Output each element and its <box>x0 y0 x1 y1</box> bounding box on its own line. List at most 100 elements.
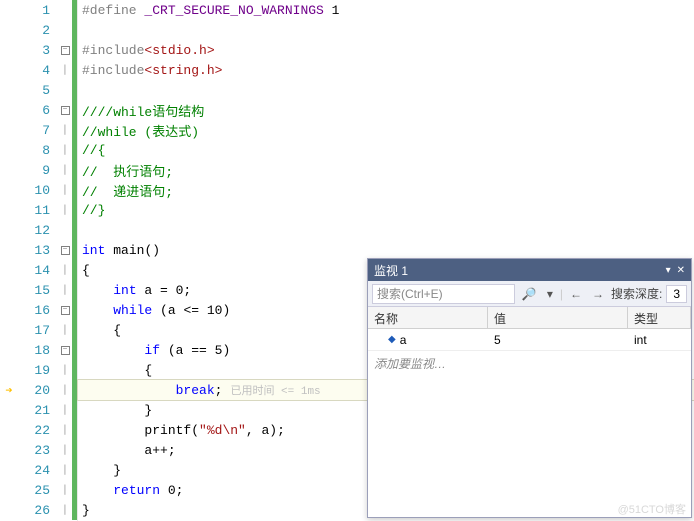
change-indicator <box>72 360 77 380</box>
fold-gutter[interactable]: │ <box>58 285 72 295</box>
watermark: @51CTO博客 <box>618 501 686 517</box>
col-value[interactable]: 值 <box>488 307 628 328</box>
fold-gutter[interactable]: │ <box>58 145 72 155</box>
token: } <box>82 503 90 518</box>
fold-gutter[interactable]: │ <box>58 405 72 415</box>
fold-gutter[interactable]: − <box>58 346 72 355</box>
fold-gutter[interactable]: │ <box>58 265 72 275</box>
change-indicator <box>72 0 77 20</box>
search-input[interactable]: 搜索(Ctrl+E) <box>372 284 515 304</box>
token: //} <box>82 203 105 218</box>
fold-collapse-icon[interactable]: − <box>61 306 70 315</box>
line-number: 16 <box>18 303 58 318</box>
fold-gutter[interactable]: │ <box>58 365 72 375</box>
fold-gutter[interactable]: │ <box>58 385 72 395</box>
token: if <box>144 343 160 358</box>
token: int <box>82 243 105 258</box>
fold-gutter[interactable]: − <box>58 306 72 315</box>
code-line[interactable]: //} <box>78 200 694 220</box>
fold-gutter[interactable]: │ <box>58 445 72 455</box>
fold-collapse-icon[interactable]: − <box>61 346 70 355</box>
fold-gutter[interactable]: │ <box>58 185 72 195</box>
line-number: 21 <box>18 403 58 418</box>
token: (a == 5) <box>160 343 230 358</box>
token: "%d\n" <box>199 423 246 438</box>
line-number: 20 <box>18 383 58 398</box>
line-number: 24 <box>18 463 58 478</box>
fold-gutter[interactable]: │ <box>58 205 72 215</box>
code-line[interactable] <box>78 220 694 240</box>
fold-gutter[interactable]: − <box>58 106 72 115</box>
code-line[interactable]: // 递进语句; <box>78 180 694 200</box>
fold-collapse-icon[interactable]: − <box>61 246 70 255</box>
code-line[interactable] <box>78 20 694 40</box>
fold-gutter[interactable]: │ <box>58 325 72 335</box>
token: return <box>113 483 160 498</box>
line-number: 22 <box>18 423 58 438</box>
col-name[interactable]: 名称 <box>368 307 488 328</box>
code-line[interactable]: #include<stdio.h> <box>78 40 694 60</box>
token: a++; <box>144 443 175 458</box>
change-indicator <box>72 440 77 460</box>
fold-gutter[interactable]: − <box>58 46 72 55</box>
code-line[interactable]: // 执行语句; <box>78 160 694 180</box>
change-indicator <box>72 180 77 200</box>
line-number: 8 <box>18 143 58 158</box>
fold-gutter[interactable]: │ <box>58 505 72 515</box>
change-indicator <box>72 100 77 120</box>
token: //{ <box>82 143 105 158</box>
close-icon[interactable]: ✕ <box>677 265 685 276</box>
token: break <box>176 383 215 398</box>
line-number: 7 <box>18 123 58 138</box>
col-type[interactable]: 类型 <box>628 307 691 328</box>
line-number: 1 <box>18 3 58 18</box>
line-number: 23 <box>18 443 58 458</box>
line-number: 18 <box>18 343 58 358</box>
add-watch-prompt[interactable]: 添加要监视… <box>368 351 691 376</box>
change-indicator <box>72 340 77 360</box>
fold-gutter[interactable]: │ <box>58 65 72 75</box>
code-line[interactable]: #define _CRT_SECURE_NO_WARNINGS 1 <box>78 0 694 20</box>
token: <string.h> <box>144 63 222 78</box>
fold-gutter[interactable]: │ <box>58 425 72 435</box>
variable-icon: ◆ <box>388 334 396 345</box>
change-indicator <box>72 140 77 160</box>
depth-value[interactable]: 3 <box>666 285 687 303</box>
code-line[interactable]: int main() <box>78 240 694 260</box>
code-line[interactable]: #include<string.h> <box>78 60 694 80</box>
fold-gutter[interactable]: │ <box>58 125 72 135</box>
line-number: 12 <box>18 223 58 238</box>
nav-forward-icon[interactable]: → <box>589 287 607 301</box>
fold-collapse-icon[interactable]: − <box>61 46 70 55</box>
perf-hint[interactable]: 已用时间 <= 1ms <box>230 382 320 398</box>
token: { <box>82 263 90 278</box>
line-number: 10 <box>18 183 58 198</box>
search-icon[interactable]: 🔎 <box>519 287 540 301</box>
line-number: 6 <box>18 103 58 118</box>
change-indicator <box>72 420 77 440</box>
fold-collapse-icon[interactable]: − <box>61 106 70 115</box>
nav-back-icon[interactable]: ← <box>567 287 585 301</box>
token: } <box>144 403 152 418</box>
line-number: 9 <box>18 163 58 178</box>
change-indicator <box>72 60 77 80</box>
panel-menu-icon[interactable]: ▾ <box>666 265 671 276</box>
dropdown-icon[interactable]: ▾ <box>544 287 556 301</box>
code-line[interactable]: ////while语句结构 <box>78 100 694 120</box>
token: () <box>144 243 160 258</box>
change-indicator <box>72 40 77 60</box>
token: //while (表达式) <box>82 121 199 140</box>
token: 1 <box>324 3 340 18</box>
token: main <box>113 243 144 258</box>
fold-gutter[interactable]: − <box>58 246 72 255</box>
fold-gutter[interactable]: │ <box>58 485 72 495</box>
watch-row[interactable]: ◆a5int <box>368 329 691 351</box>
fold-gutter[interactable]: │ <box>58 465 72 475</box>
watch-panel: 监视 1 ▾ ✕ 搜索(Ctrl+E) 🔎 ▾ | ← → 搜索深度: 3 名称… <box>367 258 692 518</box>
watch-titlebar[interactable]: 监视 1 ▾ ✕ <box>368 259 691 281</box>
fold-gutter[interactable]: │ <box>58 165 72 175</box>
code-line[interactable]: //while (表达式) <box>78 120 694 140</box>
code-line[interactable] <box>78 80 694 100</box>
code-line[interactable]: //{ <box>78 140 694 160</box>
change-indicator <box>72 260 77 280</box>
